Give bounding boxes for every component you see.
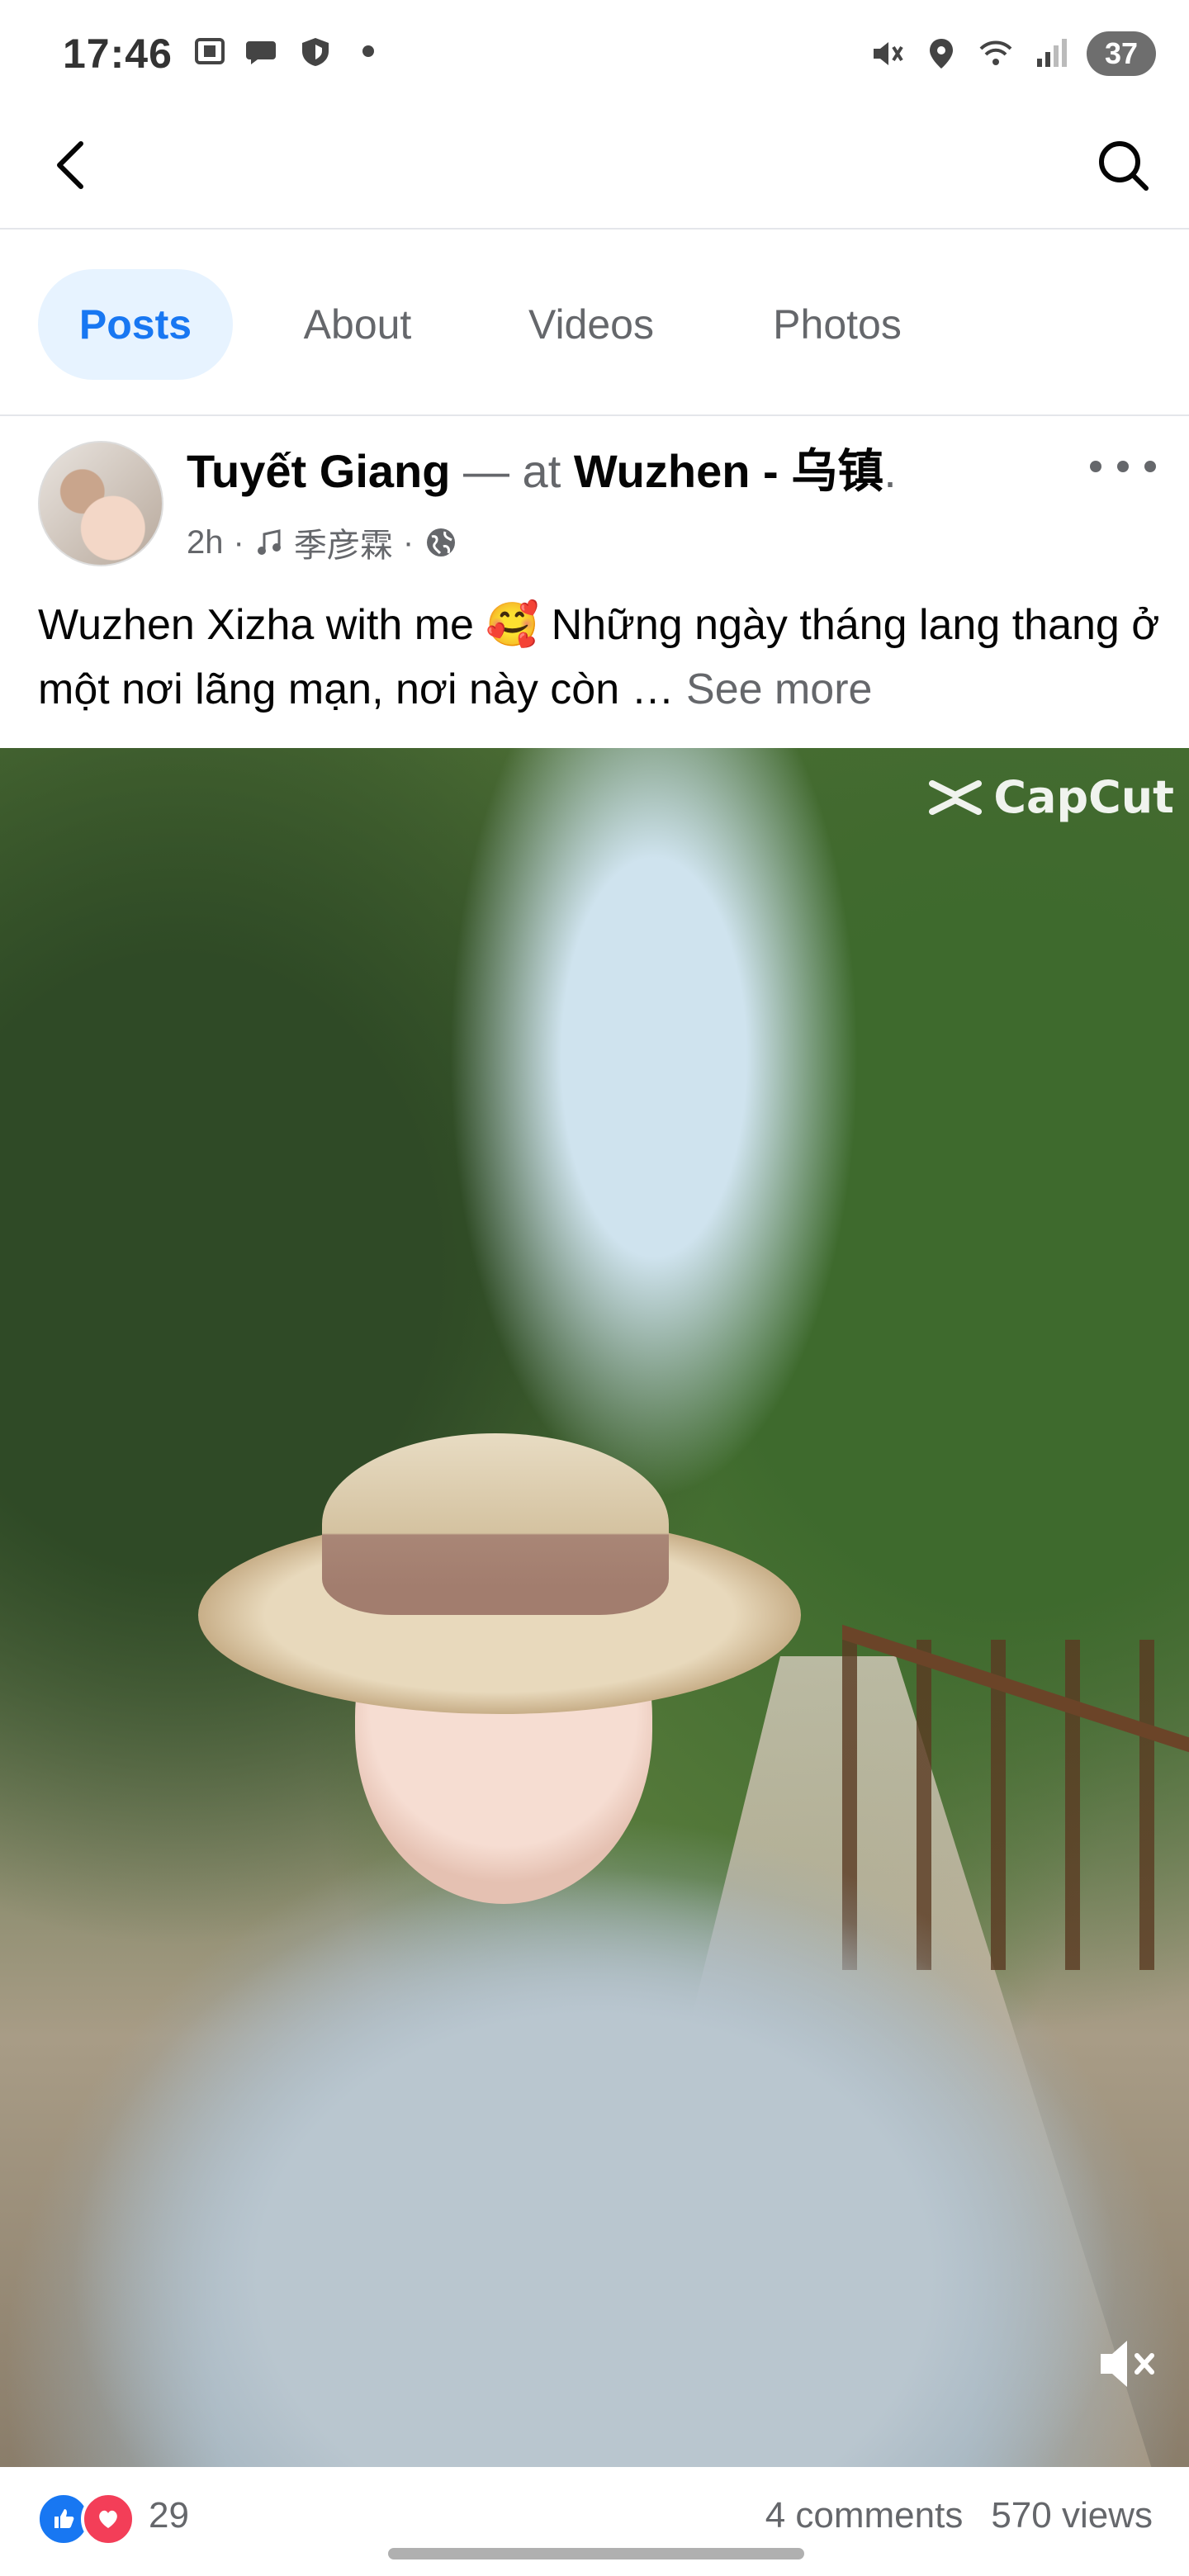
music-title[interactable]: 季彦霖 [294, 519, 393, 566]
reaction-count[interactable]: 29 [149, 2495, 189, 2536]
post-header: Tuyết Giang — at Wuzhen - 乌镇. 2h · 季彦霖 ·… [0, 416, 1189, 755]
capcut-text: CapCut [993, 771, 1174, 823]
tab-about[interactable]: About [263, 269, 452, 380]
status-time: 17:46 [63, 31, 173, 77]
meta-dot: · [233, 523, 244, 561]
post-meta: 2h · 季彦霖 · [187, 519, 458, 566]
search-icon [1099, 141, 1149, 191]
place-name[interactable]: Wuzhen - 乌镇 [574, 445, 883, 497]
home-indicator[interactable] [388, 2548, 804, 2559]
tab-photos[interactable]: Photos [730, 269, 945, 380]
more-dot [1090, 461, 1101, 472]
person-jacket [0, 1813, 1189, 2467]
place-suffix: . [883, 445, 897, 497]
profile-tabs: Posts About Videos Photos [0, 230, 1189, 416]
author-name[interactable]: Tuyết Giang [187, 445, 450, 497]
back-arrow-icon [57, 141, 83, 189]
more-dot [1117, 461, 1129, 472]
screenshot-icon [192, 33, 228, 69]
globe-icon [427, 528, 456, 556]
reactions-bar: 29 4 comments 570 views [0, 2469, 1189, 2576]
mute-icon [869, 36, 905, 72]
author-separator: — at [450, 445, 574, 497]
more-dot [1144, 461, 1156, 472]
music-note-icon [257, 529, 281, 555]
top-nav [0, 107, 1189, 230]
tab-posts[interactable]: Posts [38, 269, 233, 380]
love-reaction-icon [81, 2492, 135, 2546]
post-time: 2h [187, 523, 224, 561]
speaker-muted-icon [1101, 2341, 1154, 2387]
post-stats: 4 comments 570 views [765, 2495, 1153, 2536]
capcut-logo-icon [929, 779, 983, 815]
status-right-icons: 37 [869, 31, 1156, 76]
hat-crown [322, 1433, 669, 1615]
wifi-icon [978, 36, 1014, 72]
capcut-watermark: CapCut [927, 771, 1174, 823]
status-bar: 17:46 37 [0, 0, 1189, 107]
caption-text: Wuzhen Xizha with me 🥰 Những ngày tháng … [38, 601, 1160, 713]
unmute-button[interactable] [1090, 2327, 1164, 2401]
shield-icon [297, 33, 334, 69]
location-icon [923, 36, 959, 72]
see-more-link[interactable]: See more [686, 665, 872, 713]
chat-bubble-icon [244, 33, 281, 69]
comments-count[interactable]: 4 comments [765, 2495, 964, 2536]
views-count: 570 views [991, 2495, 1153, 2536]
avatar[interactable] [38, 441, 163, 566]
search-button[interactable] [1090, 132, 1156, 198]
dot-icon [350, 33, 386, 69]
more-options-button[interactable] [1090, 446, 1156, 487]
battery-indicator: 37 [1087, 31, 1156, 76]
author-line: Tuyết Giang — at Wuzhen - 乌镇. [187, 441, 897, 502]
post-video[interactable]: CapCut [0, 748, 1189, 2467]
back-button[interactable] [41, 132, 107, 198]
status-left-icons [192, 33, 386, 69]
meta-dot-2: · [402, 523, 414, 561]
signal-icon [1032, 36, 1068, 72]
tab-videos[interactable]: Videos [492, 269, 690, 380]
reaction-icons[interactable] [36, 2492, 135, 2546]
post-caption: Wuzhen Xizha with me 🥰 Những ngày tháng … [38, 593, 1161, 722]
